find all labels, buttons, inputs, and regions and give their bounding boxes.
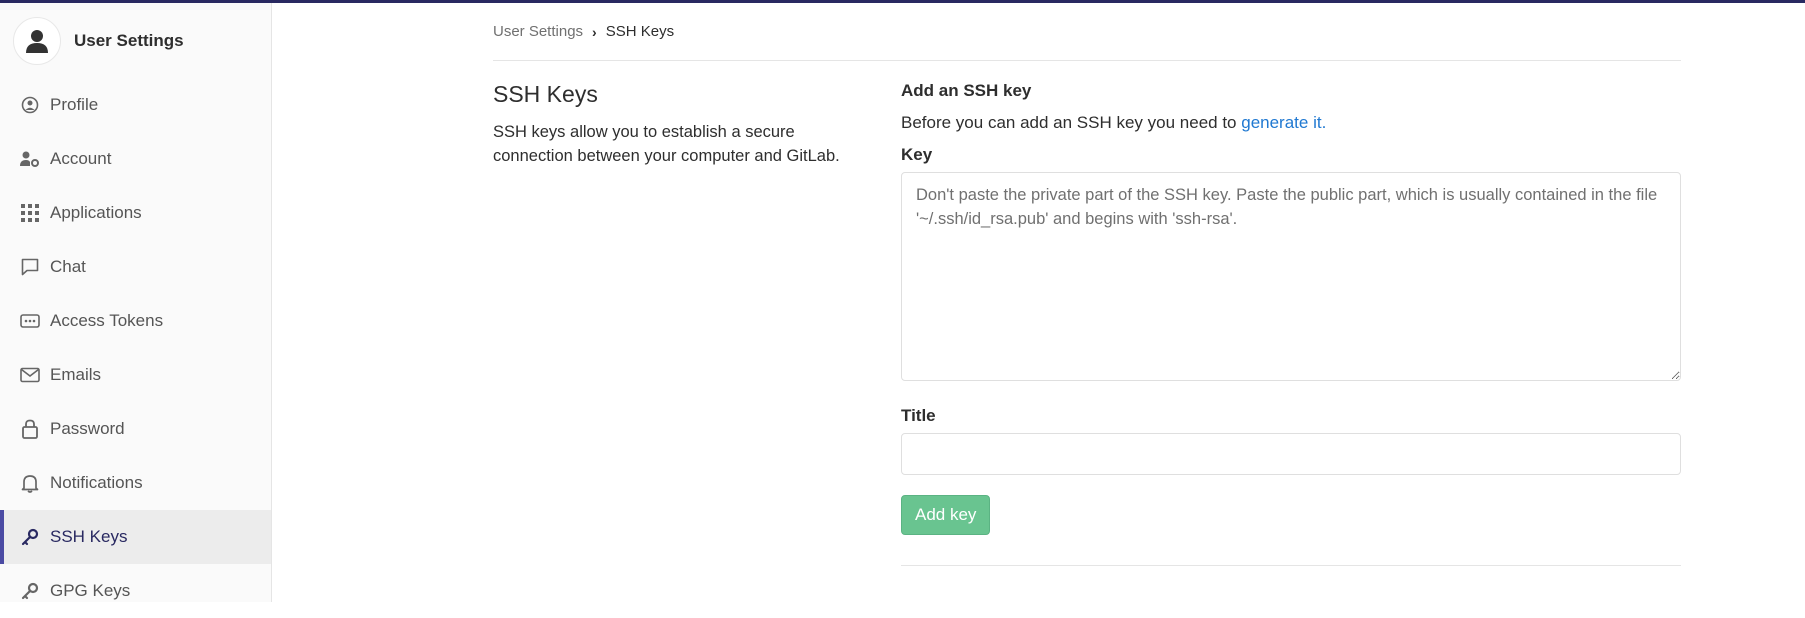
- breadcrumb: User Settings › SSH Keys: [493, 3, 1681, 61]
- sidebar-item-notifications[interactable]: Notifications: [0, 456, 271, 510]
- chevron-right-icon: ›: [592, 23, 597, 40]
- profile-icon: [20, 95, 40, 115]
- user-avatar-icon: [26, 29, 48, 53]
- section-description-column: SSH Keys SSH keys allow you to establish…: [493, 81, 901, 566]
- mail-icon: [20, 365, 40, 385]
- sidebar-item-label: Access Tokens: [50, 311, 164, 330]
- token-icon: [20, 311, 40, 331]
- page-title: SSH Keys: [493, 81, 598, 107]
- sidebar-item-label: GPG Keys: [50, 581, 131, 600]
- sidebar-item-label: Notifications: [50, 473, 143, 492]
- breadcrumb-parent-link[interactable]: User Settings: [493, 23, 583, 40]
- sidebar-item-emails[interactable]: Emails: [0, 348, 271, 402]
- breadcrumb-current-link[interactable]: SSH Keys: [606, 23, 674, 40]
- main-content: User Settings › SSH Keys SSH Keys SSH ke…: [493, 3, 1681, 566]
- bell-icon: [20, 473, 40, 493]
- settings-section: SSH Keys SSH keys allow you to establish…: [493, 81, 1681, 566]
- sidebar-item-label: Chat: [50, 257, 86, 276]
- sidebar-header: User Settings: [0, 3, 271, 78]
- section-divider: [901, 565, 1681, 566]
- key-icon: [20, 527, 40, 547]
- sidebar-title[interactable]: User Settings: [74, 31, 184, 51]
- section-description: SSH keys allow you to establish a secure…: [493, 123, 840, 165]
- title-input[interactable]: [901, 433, 1681, 475]
- settings-sidebar: User Settings Profile Account Applicatio…: [0, 3, 272, 602]
- form-heading: Add an SSH key: [901, 81, 1032, 100]
- generate-it-link[interactable]: generate it.: [1241, 113, 1326, 132]
- sidebar-item-label: Account: [50, 149, 112, 168]
- sidebar-item-label: Emails: [50, 365, 102, 384]
- title-label: Title: [901, 406, 936, 425]
- sidebar-item-profile[interactable]: Profile: [0, 78, 271, 132]
- add-key-button[interactable]: Add key: [901, 495, 991, 535]
- sidebar-item-password[interactable]: Password: [0, 402, 271, 456]
- sidebar-item-label: Profile: [50, 95, 99, 114]
- sidebar-item-ssh-keys[interactable]: SSH Keys: [0, 510, 271, 564]
- form-intro-text: Before you can add an SSH key you need t…: [901, 113, 1242, 132]
- form-intro: Before you can add an SSH key you need t…: [901, 113, 1681, 133]
- sidebar-item-label: Applications: [50, 203, 142, 222]
- sidebar-item-label: Password: [50, 419, 125, 438]
- sidebar-item-gpg-keys[interactable]: GPG Keys: [0, 564, 271, 618]
- key-textarea[interactable]: [901, 172, 1681, 381]
- account-gear-icon: [20, 149, 40, 169]
- sidebar-item-label: SSH Keys: [50, 527, 128, 546]
- add-ssh-key-form: Add an SSH key Before you can add an SSH…: [901, 81, 1681, 566]
- applications-grid-icon: [20, 203, 40, 223]
- sidebar-item-chat[interactable]: Chat: [0, 240, 271, 294]
- sidebar-item-account[interactable]: Account: [0, 132, 271, 186]
- key-icon: [20, 581, 40, 601]
- sidebar-item-access-tokens[interactable]: Access Tokens: [0, 294, 271, 348]
- key-label: Key: [901, 145, 933, 164]
- chat-icon: [20, 257, 40, 277]
- avatar[interactable]: [13, 16, 61, 65]
- lock-icon: [20, 419, 40, 439]
- sidebar-item-applications[interactable]: Applications: [0, 186, 271, 240]
